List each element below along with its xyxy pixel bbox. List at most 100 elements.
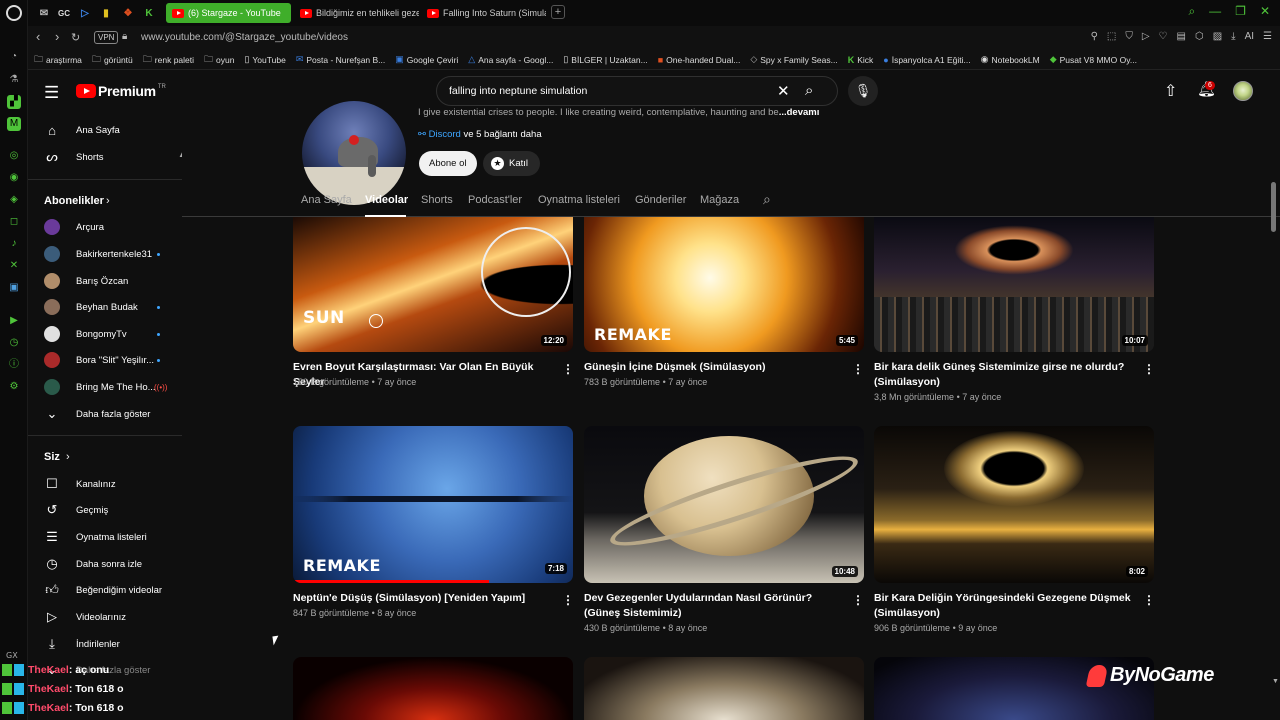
tab-saturn[interactable]: Falling Into Saturn (Simulati — [421, 3, 546, 23]
tab-home[interactable]: Ana Sayfa — [301, 194, 352, 206]
tiktok-icon[interactable]: ♪ — [7, 237, 21, 251]
minimize-icon[interactable]: — — [1209, 4, 1221, 19]
channel-search-icon[interactable]: ⌕ — [763, 191, 771, 208]
video-thumbnail[interactable]: 8:02 — [874, 426, 1154, 583]
sidebar-item-playlists[interactable]: ☰ Oynatma listeleri — [28, 525, 182, 549]
reload-icon[interactable]: ↻ — [71, 31, 80, 44]
discord-link[interactable]: Discord — [429, 129, 461, 140]
subscription-item[interactable]: Bakirkertenkele31 — [28, 242, 182, 266]
video-thumbnail[interactable] — [584, 657, 864, 720]
voice-search-icon[interactable]: 🎙︎ — [848, 76, 878, 106]
url-field[interactable]: www.youtube.com/@Stargaze_youtube/videos — [141, 32, 348, 43]
bookmark-item[interactable]: ✉ Posta - Nurefşan B... — [296, 54, 385, 65]
ai-button[interactable]: AI — [1245, 31, 1254, 42]
subscription-item[interactable]: Arçura — [28, 215, 182, 239]
sidebar-item-your-channel[interactable]: ☐ Kanalınız — [28, 472, 182, 496]
tab-playlists[interactable]: Oynatma listeleri — [538, 194, 620, 206]
twitter-x-icon[interactable]: ✕ — [7, 259, 21, 273]
image-icon[interactable]: ▨ — [1213, 31, 1222, 42]
bookmark-item[interactable]: 🗀︎ görüntü — [92, 52, 133, 68]
subscription-item[interactable]: Barış Özcan — [28, 269, 182, 293]
search-icon[interactable]: ⌕ — [805, 82, 813, 99]
subscriptions-header[interactable]: Abonelikler › — [28, 189, 182, 213]
settings-icon[interactable]: ⚙ — [7, 380, 21, 394]
gx-corner-icon[interactable]: ▞ — [7, 95, 21, 109]
bookmark-item[interactable]: 🗀︎ araştırma — [34, 52, 82, 68]
subscribe-button[interactable]: Abone ol — [419, 151, 477, 176]
tab-store[interactable]: Mağaza — [700, 194, 739, 206]
more-actions-icon[interactable]: ⋮ — [562, 593, 574, 607]
pinned-tab-bars-icon[interactable]: ▮ — [98, 5, 114, 21]
forward-icon[interactable]: › — [55, 29, 59, 44]
sidebar-item-downloads[interactable]: ⤓ İndirilenler — [28, 632, 182, 656]
back-icon[interactable]: ‹ — [36, 29, 40, 44]
bookmark-item[interactable]: ▯ YouTube — [244, 54, 285, 65]
more-links[interactable]: ve 5 bağlantı daha — [463, 129, 541, 140]
guide-menu-icon[interactable]: ☰ — [44, 83, 59, 103]
mail-pinned-icon[interactable]: ✉ — [36, 5, 52, 21]
bookmark-item[interactable]: ● İspanyolca A1 Eğiti... — [883, 55, 970, 65]
sidebar-item-home[interactable]: ⌂ Ana Sayfa — [28, 118, 182, 142]
history-sidebar-icon[interactable]: ◷ — [7, 336, 21, 350]
menu-icon[interactable]: ☰ — [1263, 31, 1272, 42]
pinned-tab-kick-icon[interactable]: K — [141, 5, 157, 21]
join-button[interactable]: ★ Katıl — [483, 151, 541, 176]
bookmark-item[interactable]: ◉ NotebookLM — [981, 54, 1040, 65]
more-actions-icon[interactable]: ⋮ — [1143, 362, 1155, 376]
speed-dial-icon[interactable]: ◔ — [7, 50, 21, 64]
more-actions-icon[interactable]: ⋮ — [1143, 593, 1155, 607]
extension-icon[interactable]: ⬡ — [1195, 31, 1204, 42]
pinned-tab-gc[interactable]: GC — [56, 5, 72, 21]
search-box[interactable]: falling into neptune simulation ✕ ⌕ — [436, 76, 838, 106]
snapshot-icon[interactable]: ⬚ — [1107, 31, 1116, 42]
bookmark-item[interactable]: ◆ Pusat V8 MMO Oy... — [1050, 54, 1137, 65]
player-icon[interactable]: ▶ — [7, 314, 21, 328]
more-actions-icon[interactable]: ⋮ — [852, 593, 864, 607]
video-thumbnail[interactable]: REMAKE 5:45 — [584, 217, 864, 352]
ai-icon[interactable]: ◎ — [7, 149, 21, 163]
video-title[interactable]: Neptün'e Düşüş (Simülasyon) [Yeniden Yap… — [293, 591, 551, 606]
subscription-item[interactable]: Beyhan Budak — [28, 295, 182, 319]
pin-icon[interactable]: ⚲ — [1091, 31, 1098, 42]
video-title[interactable]: Bir Kara Deliğin Yörüngesindeki Gezegene… — [874, 591, 1132, 621]
bookmark-item[interactable]: ▯ BİLGER | Uzaktan... — [563, 54, 647, 65]
tab-podcasts[interactable]: Podcast'ler — [468, 194, 522, 206]
channel-links[interactable]: ⚯ Discord ve 5 bağlantı daha — [418, 129, 542, 140]
heart-icon[interactable]: ♡ — [1159, 31, 1168, 42]
pinned-tab-play-icon[interactable]: ▷ — [77, 5, 93, 21]
subscription-item[interactable]: Bring Me The Ho... ((•)) — [28, 375, 182, 399]
instagram-icon[interactable]: ◻ — [7, 215, 21, 229]
search-input[interactable]: falling into neptune simulation — [449, 85, 587, 97]
bookmark-item[interactable]: △ Ana sayfa - Googl... — [468, 54, 553, 65]
create-upload-icon[interactable]: ⇧ — [1164, 81, 1177, 101]
subscription-item[interactable]: BongomyTv — [28, 322, 182, 346]
bookmark-item[interactable]: ■ One-handed Dual... — [658, 55, 741, 65]
sidebar-item-shorts[interactable]: ᔕ Shorts — [28, 145, 182, 169]
pinned-tab-game-icon[interactable]: ❖ — [120, 5, 136, 21]
bookmark-item[interactable]: ◇ Spy x Family Seas... — [750, 54, 837, 65]
shield-icon[interactable]: ⛉ — [1125, 31, 1133, 42]
tab-search-icon[interactable]: ⌕ — [1188, 4, 1195, 19]
gx-mods-icon[interactable]: M — [7, 117, 21, 131]
tab-videos[interactable]: Videolar — [365, 194, 408, 206]
description-more[interactable]: ...devamı — [779, 107, 820, 118]
bookmark-item[interactable]: 🗀︎ oyun — [204, 52, 234, 68]
clear-search-icon[interactable]: ✕ — [777, 82, 790, 100]
close-window-icon[interactable]: ✕ — [1260, 4, 1270, 19]
video-thumbnail[interactable] — [293, 657, 573, 720]
channel-description[interactable]: I give existential crises to people. I l… — [418, 107, 819, 118]
account-avatar[interactable] — [1233, 81, 1253, 101]
video-thumbnail[interactable]: REMAKE 7:18 — [293, 426, 573, 583]
bookmark-item[interactable]: 🗀︎ renk paleti — [143, 52, 194, 68]
sidebar-item-history[interactable]: ↺ Geçmiş — [28, 498, 182, 522]
player-bar-icon[interactable]: ▷ — [1142, 31, 1150, 42]
vk-icon[interactable]: ▣ — [7, 281, 21, 295]
page-scrollbar[interactable] — [1271, 182, 1276, 232]
video-thumbnail[interactable]: 10:07 — [874, 217, 1154, 352]
opera-logo-icon[interactable] — [6, 5, 22, 21]
video-thumbnail[interactable]: SUN 12:20 — [293, 217, 573, 352]
whatsapp-icon[interactable]: ◉ — [7, 171, 21, 185]
gx-control-icon[interactable]: ⚗ — [7, 73, 21, 87]
vpn-badge[interactable]: VPN — [94, 31, 119, 44]
youtube-logo[interactable]: Premium TR — [76, 83, 166, 99]
